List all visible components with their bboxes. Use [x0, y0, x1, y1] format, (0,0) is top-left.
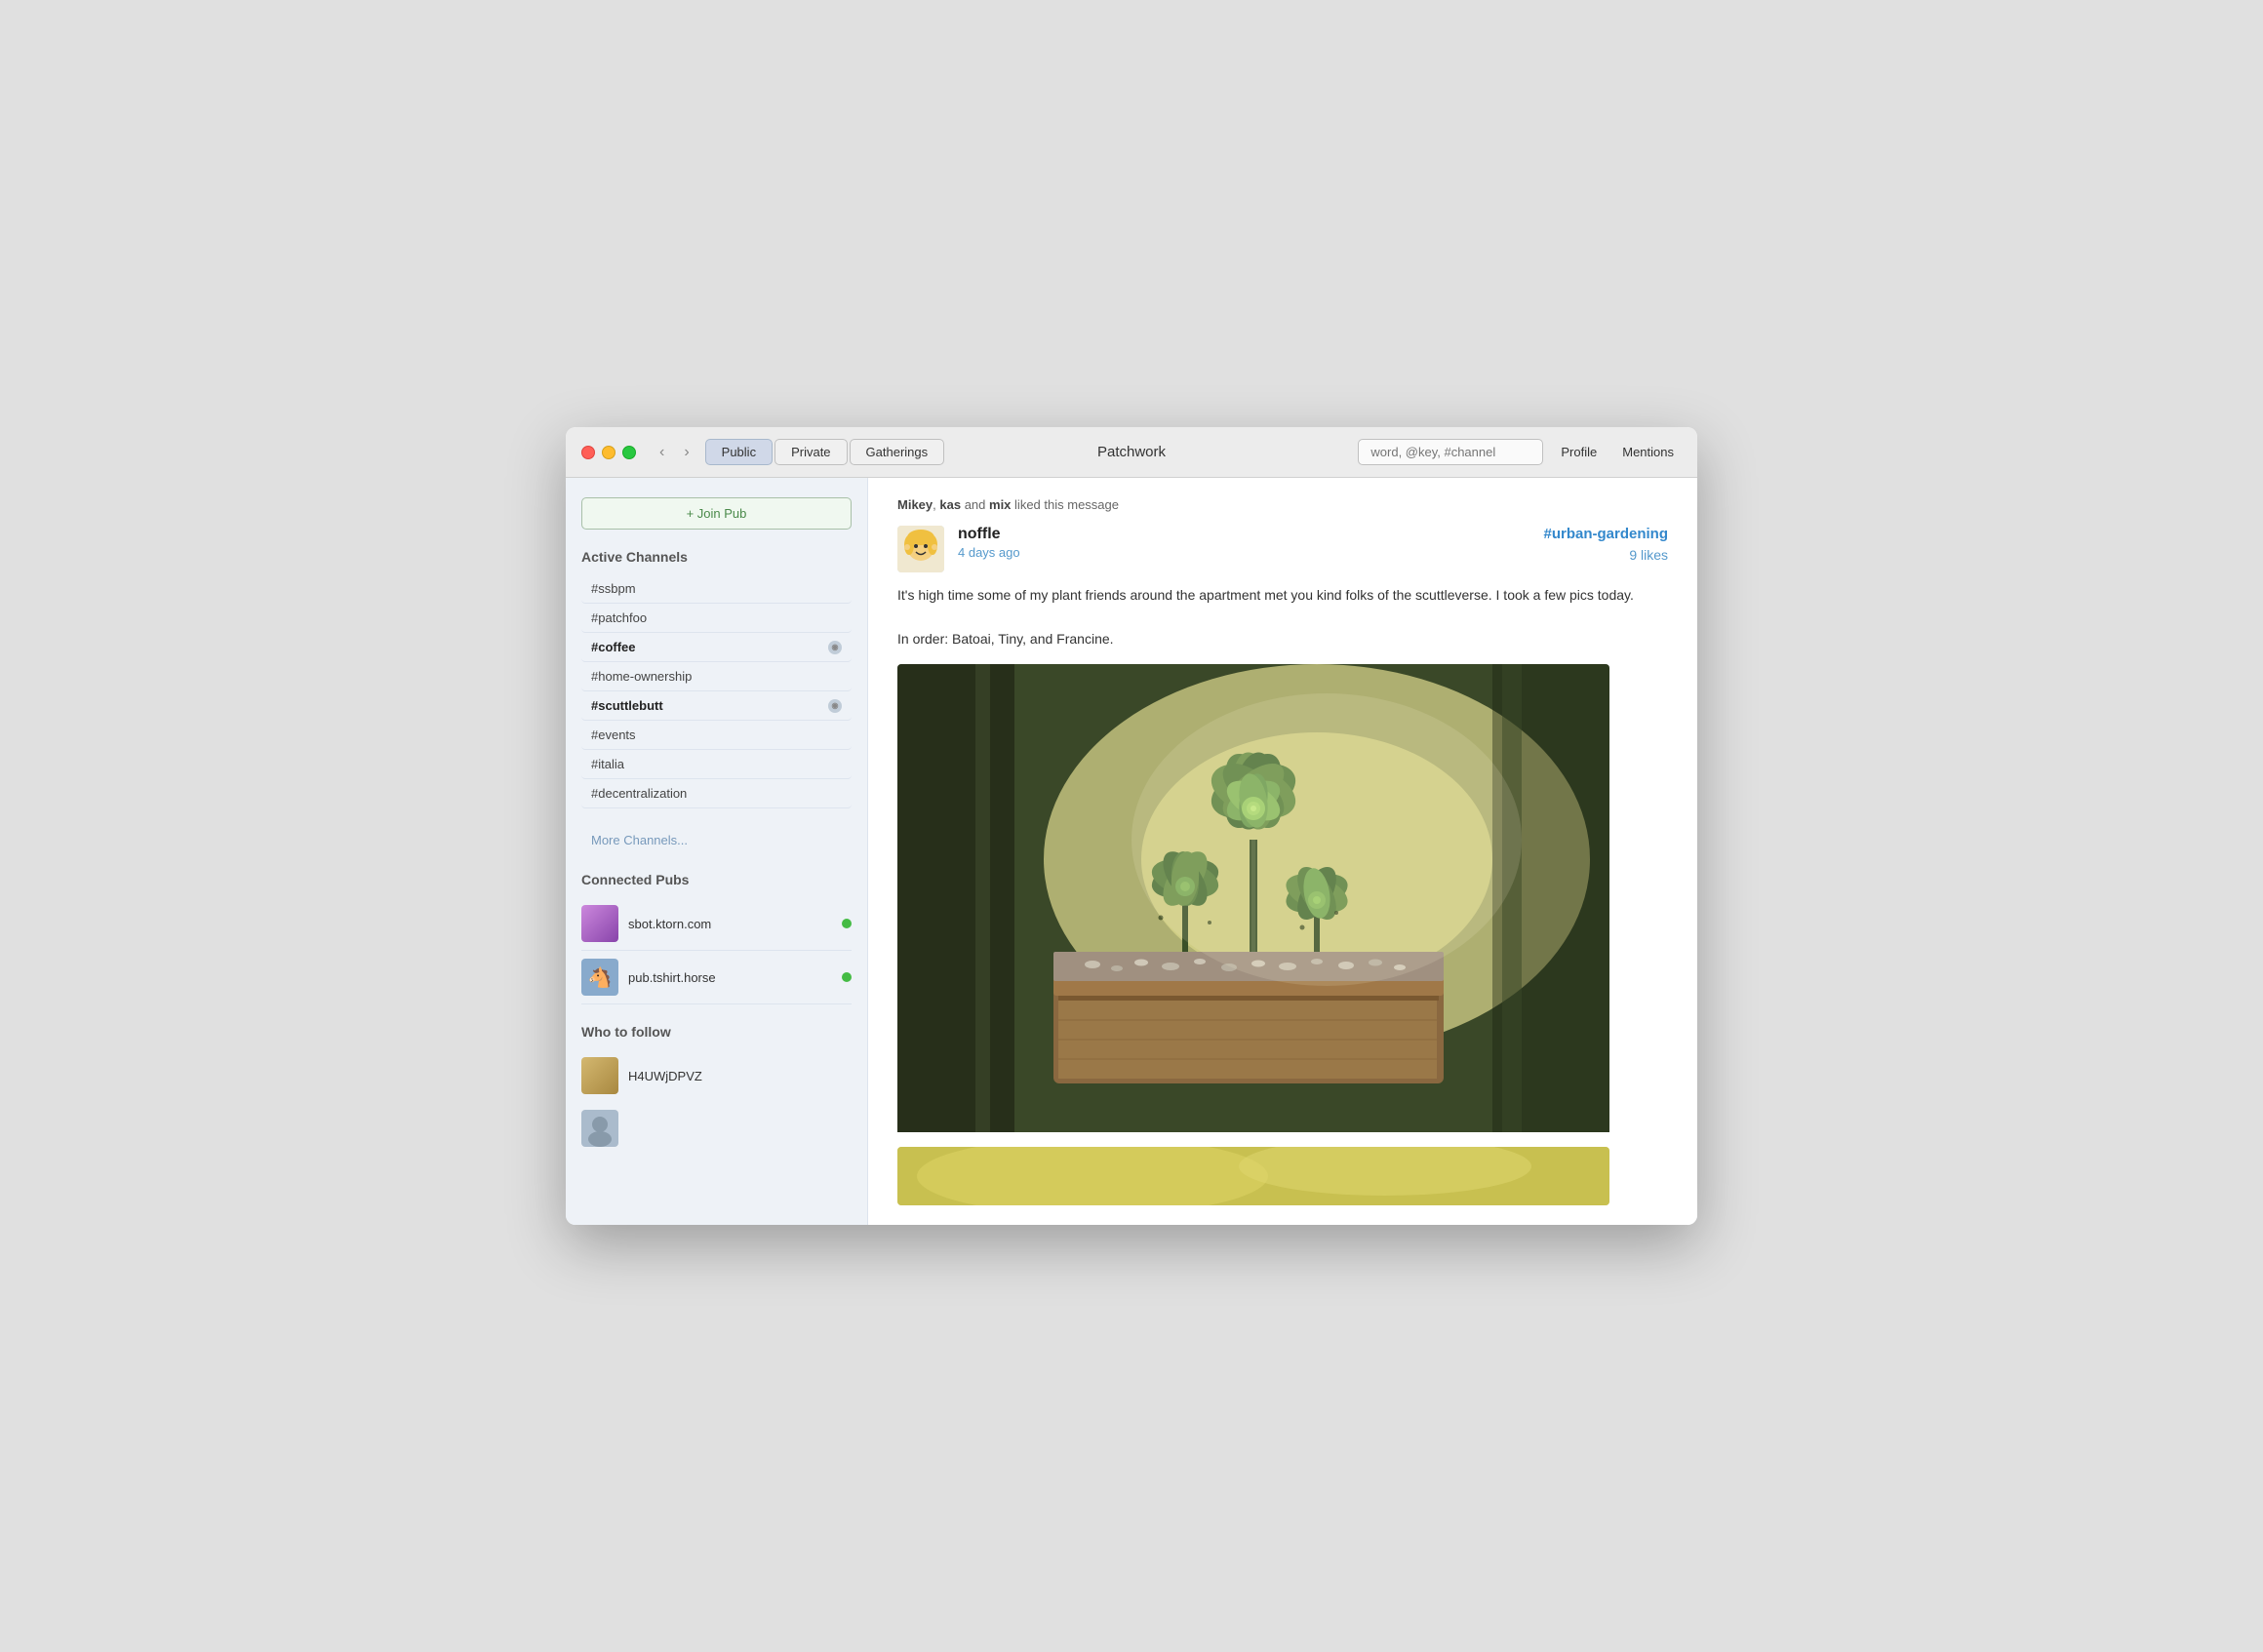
tab-private[interactable]: Private — [774, 439, 847, 465]
pub-item: 🐴 pub.tshirt.horse — [581, 951, 852, 1004]
content-area: Mikey, kas and mix liked this message — [868, 478, 1697, 1224]
minimize-button[interactable] — [602, 446, 615, 459]
traffic-lights — [581, 446, 636, 459]
list-item[interactable]: #decentralization — [581, 779, 852, 808]
join-pub-button[interactable]: + Join Pub — [581, 497, 852, 530]
tab-group: Public Private Gatherings — [705, 439, 944, 465]
post-image-2 — [897, 1147, 1609, 1205]
list-item[interactable]: #events — [581, 721, 852, 750]
liker-1: Mikey — [897, 497, 933, 512]
connected-pubs-heading: Connected Pubs — [581, 872, 852, 887]
who-to-follow-section: Who to follow H4 — [581, 1024, 852, 1155]
channel-name: #decentralization — [591, 786, 687, 801]
active-channels-heading: Active Channels — [581, 549, 852, 565]
app-window: ‹ › Public Private Gatherings Patchwork … — [566, 427, 1697, 1224]
online-indicator — [842, 919, 852, 928]
post-channel-right: #urban-gardening 9 likes — [1543, 526, 1668, 563]
channel-name: #events — [591, 728, 636, 742]
main-area: + Join Pub Active Channels #ssbpm #patch… — [566, 478, 1697, 1224]
channel-name: #patchfoo — [591, 610, 647, 625]
notification-icon: ◉ — [828, 699, 842, 713]
likes-bar: Mikey, kas and mix liked this message — [897, 497, 1668, 512]
maximize-button[interactable] — [622, 446, 636, 459]
likes-text-suffix: liked this message — [1014, 497, 1119, 512]
tab-public[interactable]: Public — [705, 439, 773, 465]
titlebar: ‹ › Public Private Gatherings Patchwork … — [566, 427, 1697, 478]
list-item[interactable]: #patchfoo — [581, 604, 852, 633]
channel-name: #scuttlebutt — [591, 698, 663, 713]
post-channel-link[interactable]: #urban-gardening — [1543, 526, 1668, 542]
post-card: noffle 4 days ago #urban-gardening 9 lik… — [897, 526, 1668, 1224]
list-item[interactable]: #italia — [581, 750, 852, 779]
back-button[interactable]: ‹ — [655, 440, 668, 465]
post-meta: noffle 4 days ago — [958, 526, 1543, 560]
tab-gatherings[interactable]: Gatherings — [850, 439, 945, 465]
pub-item: sbot.ktorn.com — [581, 897, 852, 951]
post-body-line2: In order: Batoai, Tiny, and Francine. — [897, 628, 1668, 649]
follow-name: H4UWjDPVZ — [628, 1069, 702, 1083]
follow-item — [581, 1102, 852, 1155]
channel-name: #ssbpm — [591, 581, 636, 596]
pub-avatar: 🐴 — [581, 959, 618, 996]
search-input[interactable] — [1358, 439, 1543, 465]
sidebar: + Join Pub Active Channels #ssbpm #patch… — [566, 478, 868, 1224]
svg-text:🐴: 🐴 — [588, 965, 613, 989]
list-item[interactable]: #scuttlebutt ◉ — [581, 691, 852, 721]
post-body-line1: It's high time some of my plant friends … — [897, 584, 1668, 606]
pub-name: pub.tshirt.horse — [628, 970, 832, 985]
post-author: noffle — [958, 526, 1543, 543]
channel-name: #home-ownership — [591, 669, 692, 684]
list-item[interactable]: #home-ownership — [581, 662, 852, 691]
follow-avatar — [581, 1110, 618, 1147]
post-likes-count: 9 likes — [1543, 547, 1668, 563]
mentions-button[interactable]: Mentions — [1614, 440, 1682, 464]
liker-3: mix — [989, 497, 1011, 512]
post-header: noffle 4 days ago #urban-gardening 9 lik… — [897, 526, 1668, 572]
who-to-follow-heading: Who to follow — [581, 1024, 852, 1040]
post-time: 4 days ago — [958, 545, 1543, 560]
forward-button[interactable]: › — [680, 440, 693, 465]
liker-2: kas — [939, 497, 961, 512]
post-wrapper: Mikey, kas and mix liked this message — [868, 478, 1697, 1224]
notification-icon: ◉ — [828, 641, 842, 654]
likes-conjunction: and — [965, 497, 989, 512]
profile-button[interactable]: Profile — [1553, 440, 1605, 464]
post-body: It's high time some of my plant friends … — [897, 584, 1668, 649]
list-item[interactable]: #coffee ◉ — [581, 633, 852, 662]
close-button[interactable] — [581, 446, 595, 459]
post-image — [897, 664, 1609, 1137]
channel-list: #ssbpm #patchfoo #coffee ◉ #home-ownersh… — [581, 574, 852, 808]
follow-avatar — [581, 1057, 618, 1094]
channel-name: #coffee — [591, 640, 636, 654]
app-title: Patchwork — [1097, 444, 1166, 460]
avatar[interactable] — [897, 526, 944, 572]
more-channels-link[interactable]: More Channels... — [581, 828, 852, 852]
online-indicator — [842, 972, 852, 982]
pub-avatar — [581, 905, 618, 942]
pub-name: sbot.ktorn.com — [628, 917, 832, 931]
titlebar-right: Profile Mentions — [1358, 439, 1682, 465]
list-item[interactable]: #ssbpm — [581, 574, 852, 604]
channel-name: #italia — [591, 757, 624, 771]
follow-item: H4UWjDPVZ — [581, 1049, 852, 1102]
